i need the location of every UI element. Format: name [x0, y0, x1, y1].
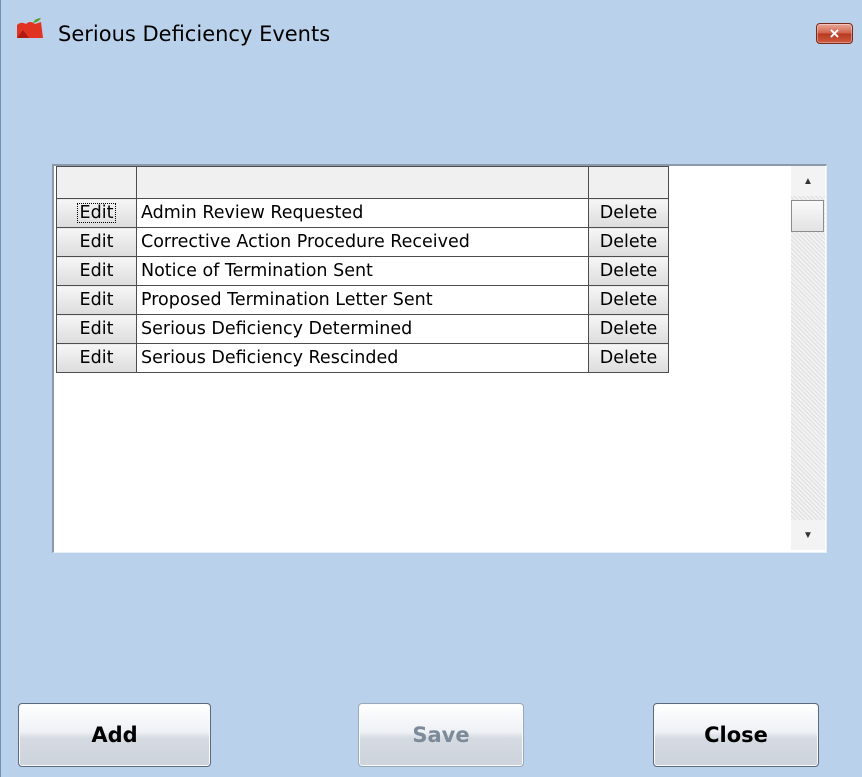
events-grid-panel: Edit Admin Review Requested Delete Edit …	[52, 164, 827, 553]
table-row: Edit Proposed Termination Letter Sent De…	[56, 285, 669, 315]
scroll-up-arrow-icon[interactable]: ▲	[791, 166, 825, 196]
edit-button[interactable]: Edit	[56, 256, 137, 286]
edit-label: Edit	[79, 319, 114, 339]
apple-app-icon	[17, 18, 43, 38]
edit-label: Edit	[76, 203, 117, 223]
edit-label: Edit	[79, 232, 114, 252]
delete-label: Delete	[599, 348, 658, 368]
save-button[interactable]: Save	[358, 703, 524, 767]
delete-label: Delete	[599, 290, 658, 310]
delete-button[interactable]: Delete	[588, 285, 669, 315]
events-table: Edit Admin Review Requested Delete Edit …	[56, 166, 669, 373]
event-description[interactable]: Serious Deficiency Rescinded	[136, 343, 589, 373]
edit-button[interactable]: Edit	[56, 314, 137, 344]
table-row: Edit Admin Review Requested Delete	[56, 198, 669, 228]
table-header-row	[56, 166, 669, 199]
add-button[interactable]: Add	[18, 703, 211, 767]
edit-button[interactable]: Edit	[56, 198, 137, 228]
vertical-scrollbar[interactable]: ▲ ▼	[791, 166, 825, 550]
edit-label: Edit	[79, 261, 114, 281]
window-title: Serious Deficiency Events	[58, 22, 331, 46]
table-row: Edit Corrective Action Procedure Receive…	[56, 227, 669, 257]
delete-button[interactable]: Delete	[588, 256, 669, 286]
delete-button[interactable]: Delete	[588, 343, 669, 373]
delete-label: Delete	[599, 232, 658, 252]
header-edit-column	[56, 166, 137, 199]
event-description[interactable]: Proposed Termination Letter Sent	[136, 285, 589, 315]
edit-button[interactable]: Edit	[56, 343, 137, 373]
dialog-window: Serious Deficiency Events × Edit Admin R…	[0, 0, 862, 777]
delete-button[interactable]: Delete	[588, 198, 669, 228]
edit-label: Edit	[79, 290, 114, 310]
close-icon: ×	[829, 23, 840, 43]
title-bar[interactable]: Serious Deficiency Events ×	[1, 0, 862, 46]
event-description[interactable]: Serious Deficiency Determined	[136, 314, 589, 344]
edit-button[interactable]: Edit	[56, 285, 137, 315]
delete-label: Delete	[599, 203, 658, 223]
header-description-column	[136, 166, 589, 199]
event-description[interactable]: Admin Review Requested	[136, 198, 589, 228]
delete-label: Delete	[599, 261, 658, 281]
delete-button[interactable]: Delete	[588, 227, 669, 257]
scroll-down-arrow-icon[interactable]: ▼	[791, 520, 825, 550]
edit-button[interactable]: Edit	[56, 227, 137, 257]
delete-label: Delete	[599, 319, 658, 339]
edit-label: Edit	[79, 348, 114, 368]
table-row: Edit Serious Deficiency Determined Delet…	[56, 314, 669, 344]
close-window-button[interactable]: ×	[816, 23, 853, 44]
close-button[interactable]: Close	[653, 703, 819, 767]
scrollbar-thumb[interactable]	[791, 200, 824, 232]
delete-button[interactable]: Delete	[588, 314, 669, 344]
table-row: Edit Serious Deficiency Rescinded Delete	[56, 343, 669, 373]
event-description[interactable]: Corrective Action Procedure Received	[136, 227, 589, 257]
header-delete-column	[588, 166, 669, 199]
event-description[interactable]: Notice of Termination Sent	[136, 256, 589, 286]
table-row: Edit Notice of Termination Sent Delete	[56, 256, 669, 286]
